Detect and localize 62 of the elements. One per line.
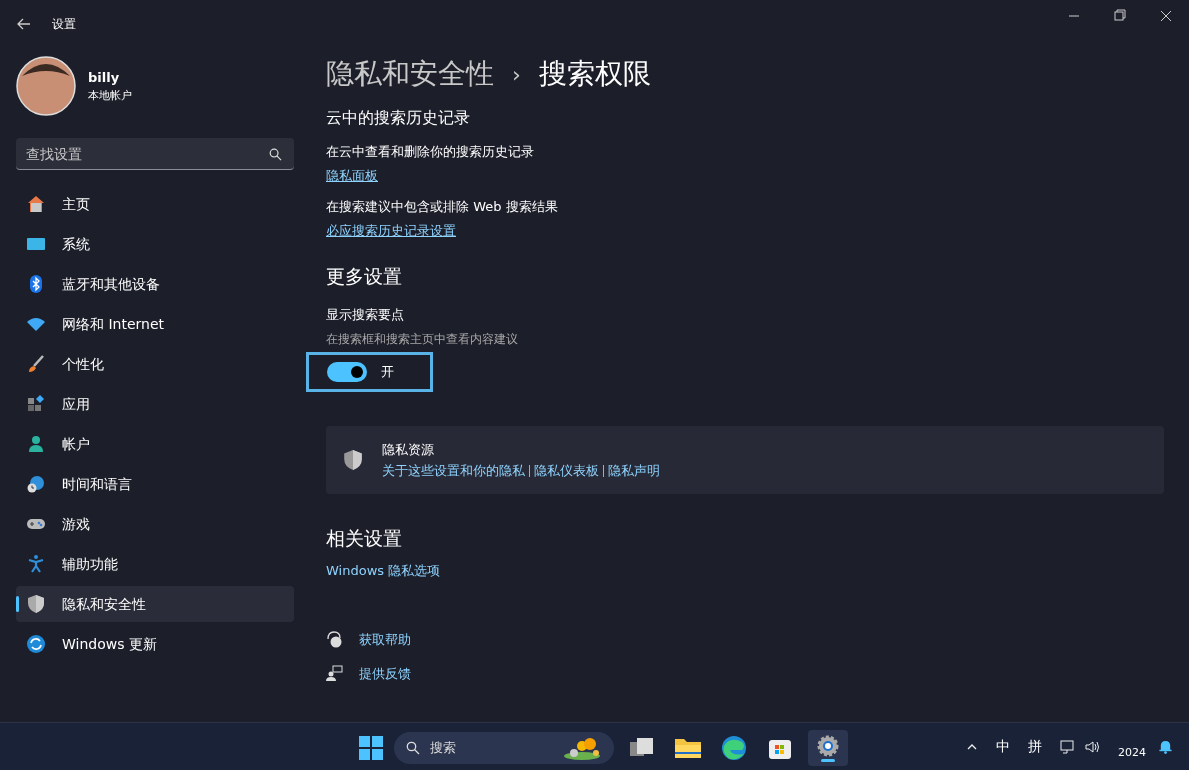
breadcrumb-separator: › — [512, 60, 521, 89]
bell-icon[interactable] — [1158, 739, 1173, 754]
avatar — [16, 56, 76, 116]
input-method-indicator[interactable]: 中 — [996, 736, 1010, 757]
shield-icon — [26, 594, 46, 614]
update-icon — [26, 634, 46, 654]
sidebar-item[interactable]: 游戏 — [16, 506, 294, 542]
link[interactable]: 提供反馈 — [359, 663, 411, 683]
setting-description: 在搜索建议中包含或排除 Web 搜索结果 — [326, 198, 558, 216]
setting-title: 显示搜索要点 — [326, 305, 405, 324]
accessibility-icon — [26, 554, 46, 574]
sidebar-item[interactable]: 帐户 — [16, 426, 294, 462]
toggle-state: 开 — [381, 363, 394, 382]
sidebar-item[interactable]: 系统 — [16, 226, 294, 262]
search-icon[interactable] — [269, 148, 282, 161]
network-icon[interactable] — [1060, 738, 1076, 755]
apps-icon — [26, 394, 46, 414]
globe-clock-icon — [26, 474, 46, 494]
person-icon — [26, 434, 46, 454]
volume-icon[interactable] — [1084, 738, 1100, 755]
start-icon[interactable] — [358, 735, 384, 761]
sidebar-item[interactable]: 主页 — [16, 186, 294, 222]
link[interactable]: Windows 隐私选项 — [326, 560, 441, 580]
link[interactable]: 隐私声明 — [608, 461, 660, 481]
card-title: 隐私资源 — [382, 440, 435, 459]
clock[interactable]: 2024 — [1118, 745, 1146, 762]
shield-icon — [342, 449, 364, 471]
sidebar-item[interactable]: 应用 — [16, 386, 294, 422]
selection-indicator — [16, 596, 19, 612]
section-heading: 更多设置 — [326, 264, 403, 289]
section-heading: 云中的搜索历史记录 — [326, 107, 471, 129]
feedback-icon — [326, 664, 343, 682]
sidebar-item[interactable]: 辅助功能 — [16, 546, 294, 582]
window-title: 设置 — [52, 16, 76, 33]
settings-taskbar-button[interactable] — [808, 730, 848, 766]
search-field[interactable]: 查找设置 — [16, 138, 294, 170]
section-heading: 相关设置 — [326, 526, 403, 551]
sidebar-item[interactable]: 时间和语言 — [16, 466, 294, 502]
sidebar-item[interactable]: 隐私和安全性 — [16, 586, 294, 622]
toggle-switch[interactable] — [327, 362, 367, 382]
setting-description: 在云中查看和删除你的搜索历史记录 — [326, 143, 534, 161]
link[interactable]: 隐私面板 — [326, 165, 378, 185]
sidebar-item[interactable]: 蓝牙和其他设备 — [16, 266, 294, 302]
input-method-indicator[interactable]: 拼 — [1028, 736, 1042, 757]
link[interactable]: 隐私仪表板 — [534, 461, 599, 481]
page-title: 搜索权限 — [538, 56, 651, 92]
sidebar-item[interactable]: 网络和 Internet — [16, 306, 294, 342]
link[interactable]: 获取帮助 — [359, 630, 411, 650]
back-arrow-icon[interactable] — [16, 16, 32, 32]
link[interactable]: 关于这些设置和你的隐私 — [382, 461, 525, 481]
setting-description: 在搜索框和搜索主页中查看内容建议 — [326, 331, 519, 348]
link[interactable]: 必应搜索历史记录设置 — [326, 220, 456, 240]
sidebar-item[interactable]: Windows 更新 — [16, 626, 294, 662]
settings-icon — [817, 734, 839, 757]
taskbar-search-field[interactable]: 搜索 — [394, 732, 614, 764]
house-icon — [26, 194, 46, 214]
account-type: 本地帐户 — [88, 87, 132, 104]
sidebar-item[interactable]: 个性化 — [16, 346, 294, 382]
account-name: billy — [88, 69, 121, 87]
breadcrumb-parent[interactable]: 隐私和安全性 — [326, 53, 494, 95]
search-icon — [406, 741, 420, 755]
brush-icon — [26, 354, 46, 374]
